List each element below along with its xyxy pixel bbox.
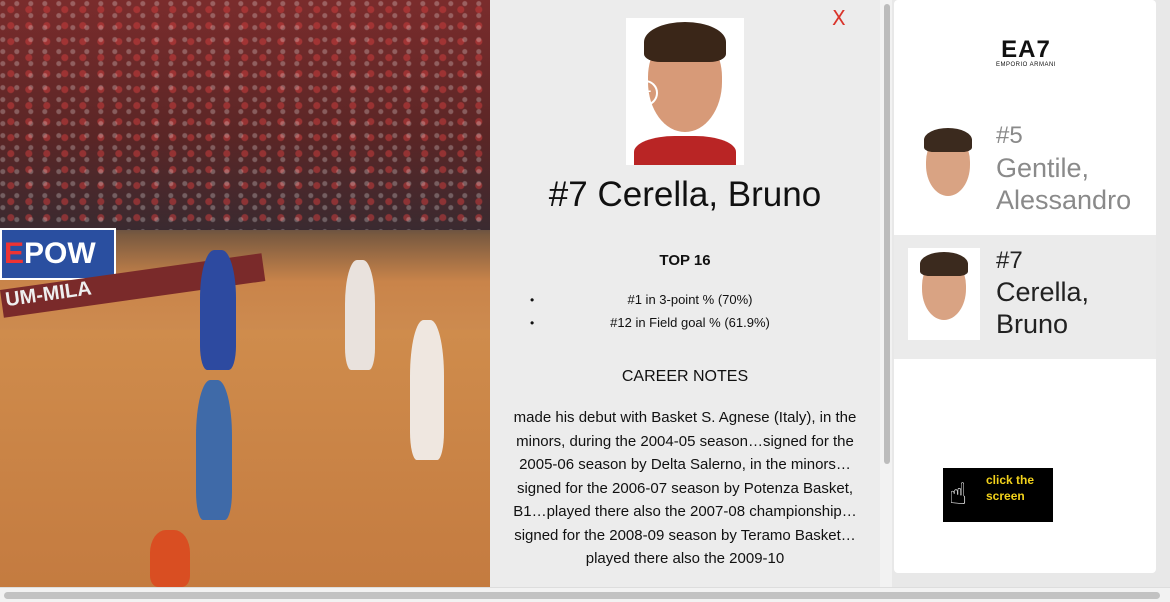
player-name: #7 Cerella, Bruno <box>548 175 822 214</box>
photo-hair <box>644 22 726 62</box>
horizontal-scrollbar[interactable] <box>0 587 1170 602</box>
player-figure <box>410 320 444 460</box>
stat-item: #1 in 3-point % (70%) <box>530 290 850 313</box>
stat-item: #12 in Field goal % (61.9%) <box>530 313 850 336</box>
roster-item-gentile[interactable]: #5 Gentile, Alessandro <box>894 110 1156 216</box>
video-player[interactable]: EPOW UM-MILA <box>0 0 490 587</box>
avatar-hair <box>924 128 972 152</box>
stats-list: #1 in 3-point % (70%) #12 in Field goal … <box>530 290 850 336</box>
career-notes: made his debut with Basket S. Agnese (It… <box>513 409 857 567</box>
roster-number: #7 <box>996 247 1023 274</box>
ad-board: EPOW <box>0 228 116 280</box>
avatar-hair <box>920 252 968 276</box>
player-figure <box>150 530 190 587</box>
avatar <box>912 124 984 216</box>
roster-first-name: Gentile, <box>996 153 1090 183</box>
roster-last-name: Alessandro <box>996 185 1132 215</box>
avatar <box>908 248 980 340</box>
roster-number: #5 <box>996 122 1023 149</box>
ea7-logo: EA7 EMPORIO ARMANI <box>994 36 1058 69</box>
roster-last-name: Bruno <box>996 309 1069 339</box>
vertical-scrollbar-thumb[interactable] <box>884 4 890 464</box>
logo-sub: EMPORIO ARMANI <box>995 62 1056 68</box>
player-profile-panel: X + #7 Cerella, Bruno TOP 16 #1 in 3-poi… <box>490 0 880 587</box>
horizontal-scrollbar-thumb[interactable] <box>4 592 1160 599</box>
plus-icon[interactable]: + <box>632 80 658 106</box>
click-screen-hint[interactable]: ☝ click the screen <box>943 468 1053 522</box>
close-button[interactable]: X <box>832 6 846 30</box>
player-figure <box>345 260 375 370</box>
crowd-background <box>0 0 490 230</box>
player-figure <box>196 380 232 520</box>
logo-main: EA7 <box>1001 36 1051 63</box>
roster-first-name: Cerella, <box>996 277 1090 307</box>
top-heading: TOP 16 <box>659 252 711 269</box>
player-figure <box>200 250 236 370</box>
roster-item-cerella[interactable]: #7 Cerella, Bruno <box>894 235 1156 359</box>
player-photo: + <box>626 18 744 165</box>
photo-shirt <box>634 136 736 165</box>
pointer-hand-icon: ☝ <box>949 477 968 512</box>
hint-text: click the screen <box>986 473 1035 503</box>
career-heading: CAREER NOTES <box>621 368 749 385</box>
